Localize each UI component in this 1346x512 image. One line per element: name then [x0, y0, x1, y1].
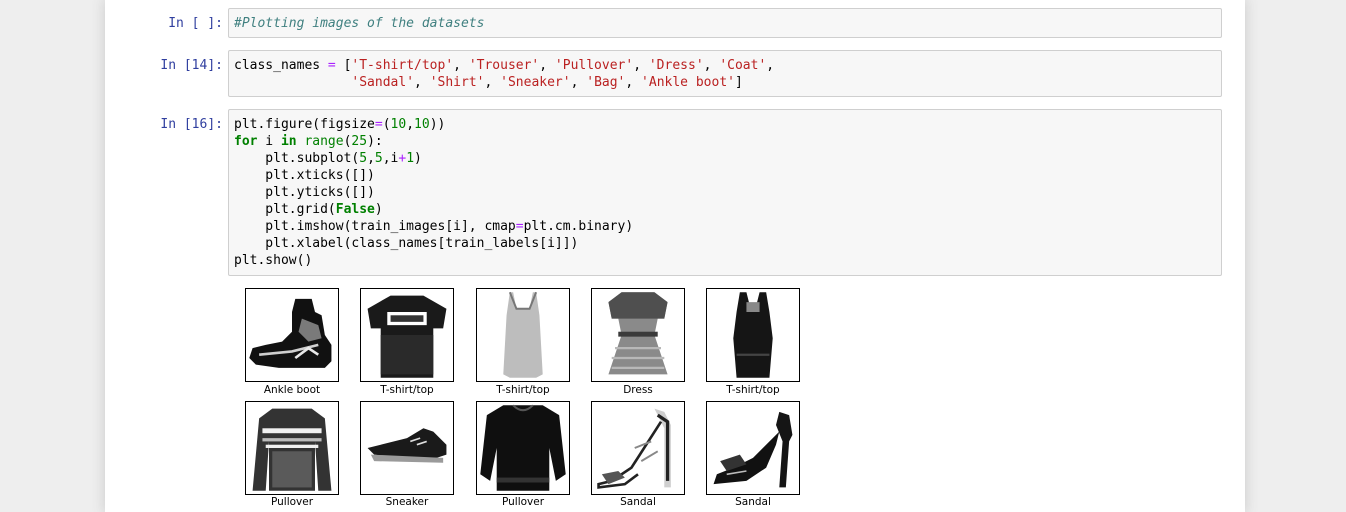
code-line: class_names = ['T-shirt/top', 'Trouser',…: [234, 58, 775, 73]
thumbnail-label: Sandal: [620, 496, 656, 508]
code-line: plt.grid(False): [234, 202, 383, 217]
thumbnail-label: Sneaker: [385, 496, 429, 508]
cell-2-input[interactable]: class_names = ['T-shirt/top', 'Trouser',…: [228, 50, 1222, 97]
cell-3-code[interactable]: plt.figure(figsize=(10,10)) for i in rang…: [234, 116, 1216, 269]
code-line: plt.show(): [234, 253, 313, 268]
cell-3-prompt: In [16]:: [160, 117, 223, 132]
code-line: plt.xlabel(class_names[train_labels[i]]): [234, 236, 579, 251]
striped-pullover-image: [245, 401, 339, 495]
sandal-image: [591, 401, 685, 495]
cell-1-input[interactable]: #Plotting images of the datasets: [228, 8, 1222, 38]
thumbnail-label: T-shirt/top: [380, 384, 434, 396]
ankle-boot-image: [245, 288, 339, 382]
cell-1-prompt: In [ ]:: [168, 16, 223, 31]
thumbnail-label: T-shirt/top: [726, 384, 780, 396]
sleeveless-top-image: [706, 288, 800, 382]
thumbnail-label: T-shirt/top: [496, 384, 550, 396]
thumbnail-label: Pullover: [270, 496, 314, 508]
code-line: plt.imshow(train_images[i], cmap=plt.cm.…: [234, 219, 634, 234]
notebook-container: In [ ]: #Plotting images of the datasets…: [105, 0, 1245, 512]
code-line: plt.subplot(5,5,i+1): [234, 151, 422, 166]
thumbnail-label: Ankle boot: [263, 384, 321, 396]
code-line: for i in range(25):: [234, 134, 383, 149]
thumbnail-label: Dress: [623, 384, 653, 396]
dark-pullover-image: [476, 401, 570, 495]
code-line: 'Sandal', 'Shirt', 'Sneaker', 'Bag', 'An…: [351, 75, 743, 90]
thumbnail-label: Sandal: [735, 496, 771, 508]
dress-image: [591, 288, 685, 382]
thumbnail-label: Pullover: [501, 496, 545, 508]
heeled-sandal-image: [706, 401, 800, 495]
cell-3-input[interactable]: plt.figure(figsize=(10,10)) for i in rang…: [228, 109, 1222, 276]
cell-2-prompt: In [14]:: [160, 58, 223, 73]
code-line: plt.yticks([]): [234, 185, 375, 200]
cell-1-code[interactable]: #Plotting images of the datasets: [234, 15, 1216, 32]
tshirt-image: [360, 288, 454, 382]
sneaker-image: [360, 401, 454, 495]
cell-2-code[interactable]: class_names = ['T-shirt/top', 'Trouser',…: [234, 57, 1216, 91]
code-line: plt.xticks([]): [234, 168, 375, 183]
code-line: plt.figure(figsize=(10,10)): [234, 117, 446, 132]
code-line: #Plotting images of the datasets: [234, 16, 485, 31]
tank-top-image: [476, 288, 570, 382]
